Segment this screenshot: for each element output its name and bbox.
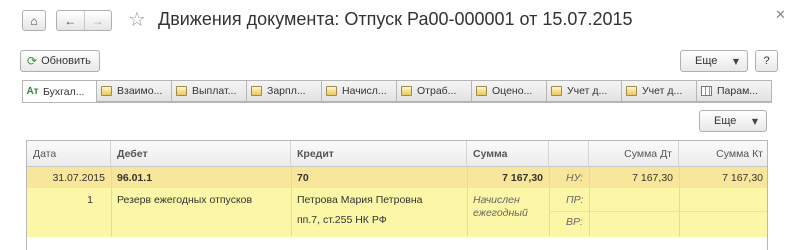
- register-icon: [476, 86, 487, 96]
- favorite-star-icon[interactable]: ☆: [128, 7, 146, 31]
- column-divider: [467, 167, 468, 237]
- header-type: [549, 141, 589, 167]
- register-icon: [251, 86, 262, 96]
- header-sum-kt[interactable]: Сумма Кт: [679, 141, 767, 167]
- table-row[interactable]: 31.07.2015 96.01.1 70 7 167,30 НУ: 7 167…: [27, 167, 767, 237]
- register-icon: [551, 86, 562, 96]
- table-more-button[interactable]: Еще ▼: [699, 110, 767, 132]
- header-credit[interactable]: Кредит: [291, 141, 467, 167]
- credit-account: 70: [297, 172, 309, 184]
- accounting-icon: Ат: [26, 86, 39, 97]
- tab-payments[interactable]: Выплат...: [172, 80, 247, 102]
- column-divider: [111, 167, 112, 237]
- tab-estimated[interactable]: Оцено...: [472, 80, 547, 102]
- posting-date: 31.07.2015: [52, 172, 105, 184]
- tab-salary[interactable]: Зарпл...: [247, 80, 322, 102]
- vr-label: ВР:: [566, 216, 583, 228]
- tab-accruals[interactable]: Начисл...: [322, 80, 397, 102]
- column-divider: [589, 167, 590, 237]
- tab-label: Отраб...: [417, 85, 457, 97]
- tab-settlements[interactable]: Взаимо...: [97, 80, 172, 102]
- tab-accounting-1[interactable]: Учет д...: [547, 80, 622, 102]
- debit-account: 96.01.1: [117, 172, 153, 184]
- tab-parameters[interactable]: Парам...: [697, 80, 772, 102]
- column-divider: [291, 167, 292, 237]
- nu-label: НУ:: [566, 172, 583, 184]
- table-header: Дата Дебет Кредит Сумма Сумма Дт Сумма К…: [27, 141, 767, 167]
- content-line-1: Начислен: [473, 194, 520, 206]
- arrow-left-icon: ←: [64, 13, 77, 28]
- header-debit[interactable]: Дебет: [111, 141, 291, 167]
- home-icon: ⌂: [30, 13, 38, 28]
- caret-down-icon: ▼: [751, 116, 758, 126]
- register-icon: [326, 86, 337, 96]
- tab-label: Учет д...: [642, 85, 683, 97]
- help-button[interactable]: ?: [755, 50, 778, 72]
- row-divider: [549, 211, 767, 212]
- pr-label: ПР:: [566, 194, 584, 206]
- tab-label: Оцено...: [492, 85, 533, 97]
- navigation-arrows: ← →: [56, 10, 112, 31]
- postings-table: Дата Дебет Кредит Сумма Сумма Дт Сумма К…: [26, 140, 768, 250]
- register-icon: [401, 86, 412, 96]
- sum-kt-value: 7 167,30: [722, 172, 763, 184]
- tab-label: Парам...: [717, 85, 759, 97]
- home-button[interactable]: ⌂: [22, 10, 46, 31]
- tab-label: Учет д...: [567, 85, 608, 97]
- tab-accounting-2[interactable]: Учет д...: [622, 80, 697, 102]
- register-icon: [176, 86, 187, 96]
- sum-dt-value: 7 167,30: [632, 172, 673, 184]
- refresh-icon: ⟳: [27, 54, 38, 68]
- header-sum[interactable]: Сумма: [467, 141, 549, 167]
- forward-button[interactable]: →: [83, 11, 112, 30]
- register-icon: [626, 86, 637, 96]
- refresh-label: Обновить: [41, 55, 91, 67]
- register-tabs: Ат Бухгал... Взаимо... Выплат... Зарпл..…: [22, 80, 772, 103]
- title-bar: ⌂ ← → ☆ Движения документа: Отпуск Ра00-…: [0, 0, 800, 42]
- header-date[interactable]: Дата: [27, 141, 111, 167]
- arrow-right-icon: →: [91, 13, 104, 28]
- tab-accounting[interactable]: Ат Бухгал...: [22, 80, 97, 103]
- more-button[interactable]: Еще ▼: [680, 50, 748, 72]
- tab-label: Взаимо...: [117, 85, 163, 97]
- column-divider: [679, 167, 680, 237]
- row-number: 1: [87, 194, 93, 206]
- refresh-button[interactable]: ⟳ Обновить: [20, 50, 100, 72]
- posting-sum: 7 167,30: [502, 172, 543, 184]
- close-icon[interactable]: ✕: [775, 8, 786, 23]
- more-label: Еще: [695, 55, 718, 67]
- table-icon: [701, 86, 712, 96]
- header-sum-dt[interactable]: Сумма Дт: [589, 141, 679, 167]
- tab-label: Зарпл...: [267, 85, 306, 97]
- back-button[interactable]: ←: [57, 11, 84, 30]
- debit-subconto: Резерв ежегодных отпусков: [117, 194, 253, 206]
- tab-label: Начисл...: [342, 85, 387, 97]
- tab-label: Выплат...: [192, 85, 237, 97]
- caret-down-icon: ▼: [732, 56, 739, 66]
- window-title: Движения документа: Отпуск Ра00-000001 о…: [158, 9, 633, 29]
- credit-subconto-article: пп.7, ст.255 НК РФ: [297, 214, 387, 226]
- column-divider: [549, 167, 550, 237]
- command-bar: ⟳ Обновить Еще ▼ ?: [0, 48, 800, 74]
- credit-subconto-employee: Петрова Мария Петровна: [297, 194, 423, 206]
- more-label: Еще: [714, 115, 737, 127]
- tab-panel-border: [22, 102, 772, 103]
- content-line-2: ежегодный: [473, 207, 528, 219]
- register-icon: [101, 86, 112, 96]
- tab-worked-time[interactable]: Отраб...: [397, 80, 472, 102]
- help-label: ?: [763, 55, 770, 67]
- tab-label: Бухгал...: [43, 85, 85, 98]
